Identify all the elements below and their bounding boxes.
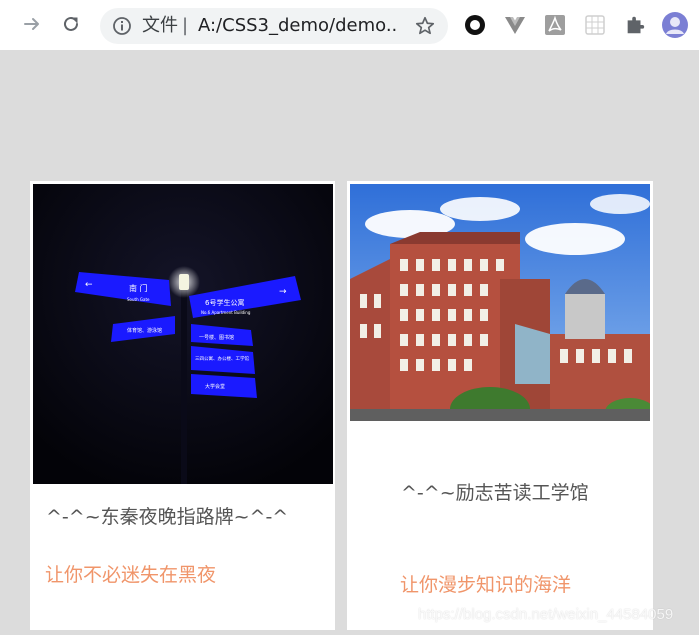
circle-extension-icon xyxy=(465,15,485,35)
sign-left-2: 体育馆、游泳馆 xyxy=(127,327,162,334)
sign-right-sub: No.6 Apartment Building xyxy=(201,310,251,315)
sign-right-main: 6号学生公寓 xyxy=(205,298,244,307)
card-title: ^-^~励志苦读工学馆 xyxy=(401,482,589,504)
card-night-signpost: ← 南 门 South Gate 6号学生公寓 No.6 Apartment B… xyxy=(30,181,335,630)
pdf-button[interactable] xyxy=(543,13,567,37)
profile-button[interactable] xyxy=(661,11,689,39)
sign-left-sub: South Gate xyxy=(127,297,150,302)
info-icon[interactable] xyxy=(112,16,132,36)
forward-button[interactable] xyxy=(18,10,46,38)
reload-icon xyxy=(64,16,78,31)
svg-text:→: → xyxy=(279,287,287,297)
security-label: 文件 xyxy=(142,15,178,36)
card-subtitle: 让你漫步知识的海洋 xyxy=(400,574,572,596)
vue-devtools-button[interactable] xyxy=(503,13,527,37)
url-text[interactable]: A:/CSS3_demo/demo... xyxy=(198,15,398,37)
svg-text:←: ← xyxy=(85,280,93,290)
signpost-photo: ← 南 门 South Gate 6号学生公寓 No.6 Apartment B… xyxy=(33,184,333,484)
arrow-right-icon xyxy=(24,18,39,30)
profile-avatar-icon xyxy=(662,12,688,38)
omnibox-separator: | xyxy=(182,15,189,36)
vue-devtools-icon xyxy=(505,17,525,34)
grid-extension-button[interactable] xyxy=(583,13,607,37)
signpost-illustration: ← 南 门 South Gate 6号学生公寓 No.6 Apartment B… xyxy=(33,184,333,484)
extensions-button[interactable] xyxy=(623,13,647,37)
sign-right-3: 三四公寓、办公楼、工学馆 xyxy=(195,355,249,362)
address-bar[interactable]: 文件 | A:/CSS3_demo/demo... xyxy=(100,8,448,44)
reload-button[interactable] xyxy=(57,10,85,38)
card-engineering-hall: ^-^~励志苦读工学馆 让你漫步知识的海洋 xyxy=(347,181,653,630)
circle-extension-button[interactable] xyxy=(463,13,487,37)
browser-toolbar: 文件 | A:/CSS3_demo/demo... xyxy=(0,0,699,50)
card-subtitle: 让你不必迷失在黑夜 xyxy=(45,564,217,586)
card-title: ^-^~东秦夜晚指路牌~^-^ xyxy=(46,506,289,528)
puzzle-icon xyxy=(627,16,645,34)
star-icon[interactable] xyxy=(414,15,436,37)
building-illustration xyxy=(350,184,650,421)
sign-right-4: 大学会堂 xyxy=(205,383,225,390)
engineering-hall-photo xyxy=(350,184,650,421)
pdf-icon xyxy=(545,15,565,35)
grid-extension-icon xyxy=(585,15,605,35)
sign-right-2: 一号楼、图书馆 xyxy=(199,334,234,341)
watermark-text: https://blog.csdn.net/weixin_44584059 xyxy=(418,606,674,623)
sign-left-main: 南 门 xyxy=(129,283,148,293)
